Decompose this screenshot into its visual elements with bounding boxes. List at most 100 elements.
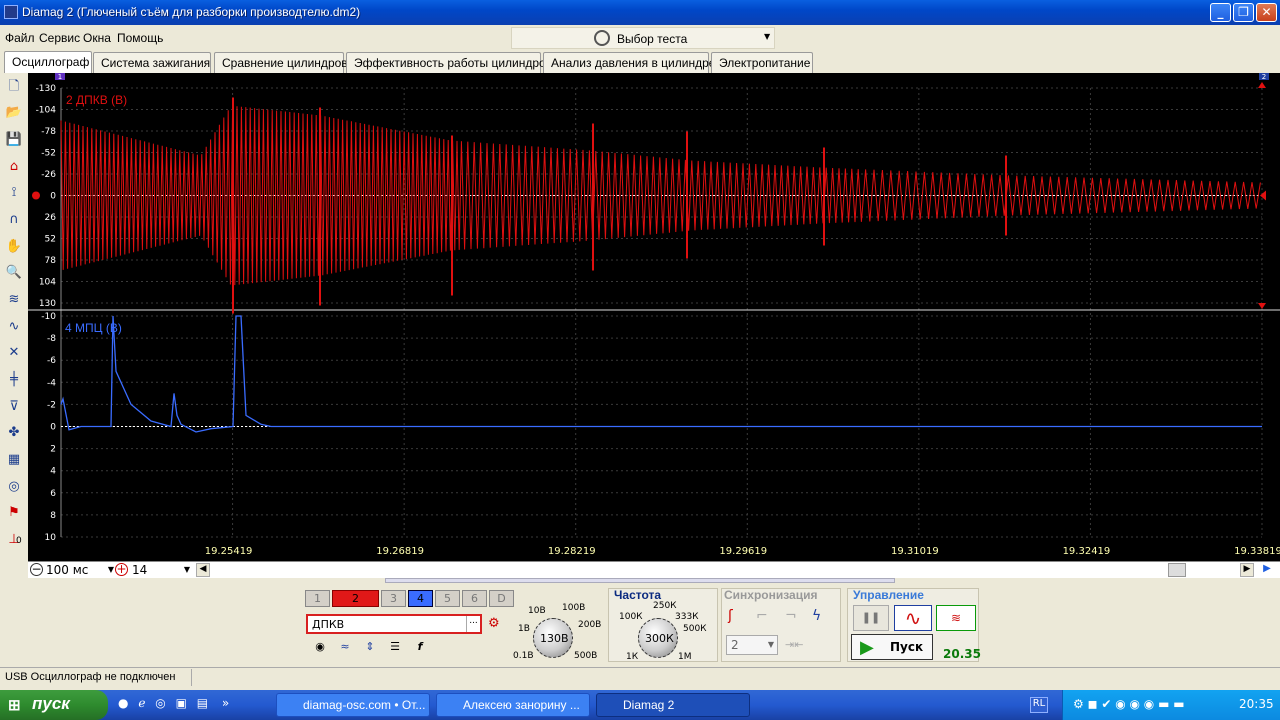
chevron-down-icon: ▼ — [767, 640, 774, 649]
wave-filter-icon[interactable]: ≈ — [335, 640, 355, 658]
ch2-y-tick: 0 — [50, 423, 56, 433]
grid-icon[interactable]: ▦ — [4, 450, 24, 470]
new-file-icon[interactable]: 🗋 — [4, 77, 24, 97]
timebase-select[interactable]: 100 мс ▼ — [46, 563, 114, 577]
hand-icon[interactable]: ✋ — [4, 237, 24, 257]
quick-launch-icon-1[interactable]: ● — [118, 696, 128, 710]
status-divider — [191, 669, 192, 686]
cyan-tool-icon[interactable]: ✤ — [4, 423, 24, 443]
quick-launch: ● ℯ ◎ ▣ ▤ » — [118, 696, 268, 714]
auto-scale-icon[interactable]: ⌂ — [4, 157, 24, 177]
menu-help[interactable]: Помощь — [117, 31, 163, 45]
function-icon[interactable]: f — [410, 640, 430, 658]
scroll-left-button[interactable]: ◀ — [196, 563, 210, 577]
minimize-button[interactable]: _ — [1210, 3, 1231, 22]
tab-ignition[interactable]: Система зажигания — [93, 52, 211, 73]
tab-cylinder-efficiency[interactable]: Эффективность работы цилиндров — [346, 52, 552, 73]
sync-auto-icon[interactable]: ϟ — [812, 608, 832, 626]
curve-icon[interactable]: ∩ — [4, 210, 24, 230]
quick-launch-icon-5[interactable]: ▤ — [197, 696, 208, 710]
channel-4-button[interactable]: 4 — [408, 590, 433, 607]
sync-channel-value: 2 — [731, 638, 739, 652]
ch2-y-tick: 8 — [50, 511, 56, 521]
app-icon — [4, 5, 18, 19]
channel-2-button[interactable]: 2 — [332, 590, 379, 607]
multi-wave-icon[interactable]: ≋ — [936, 605, 976, 631]
vertical-cursor-icon[interactable]: ⟟ — [4, 183, 24, 203]
cursor-1-label: 1 — [58, 73, 62, 81]
maximize-button[interactable]: ❐ — [1233, 3, 1254, 22]
title-bar: Diamag 2 (Глюченый съём для разборки про… — [0, 0, 1280, 25]
ie-icon[interactable]: ℯ — [138, 696, 145, 710]
voltage-label-10v: 10В — [528, 606, 546, 616]
invert-icon[interactable]: ⇕ — [360, 640, 380, 658]
tab-cylinder-compare[interactable]: Сравнение цилиндров — [214, 52, 348, 73]
frequency-value: 300К — [645, 632, 674, 645]
language-indicator[interactable]: RL — [1030, 697, 1048, 713]
tray-icons[interactable]: ⚙ ◼ ✔ ◉ ◉ ◉ ▬ ▬ — [1073, 697, 1185, 711]
zero-marker-label: 0 — [16, 536, 22, 546]
zoom-in-icon[interactable]: + — [115, 563, 128, 576]
lines-icon[interactable]: ☰ — [385, 640, 405, 658]
cross-icon[interactable]: ✕ — [4, 343, 24, 363]
zoom-icon[interactable]: 🔍 — [4, 263, 24, 283]
task-diamag[interactable]: Diamag 2 — [596, 693, 750, 717]
channel-1-button[interactable]: 1 — [305, 590, 330, 607]
menu-service[interactable]: Сервис — [39, 31, 80, 45]
sync-up-icon[interactable]: ⌐ — [756, 608, 776, 626]
sync-arrows-icon[interactable]: ⇥⇤ — [785, 638, 807, 654]
pause-button[interactable]: ❚❚ — [853, 605, 889, 631]
sine-icon[interactable]: ∿ — [4, 317, 24, 337]
quick-launch-icon-3[interactable]: ◎ — [155, 696, 165, 710]
open-folder-icon[interactable]: 📂 — [4, 103, 24, 123]
channel-3-button[interactable]: 3 — [381, 590, 406, 607]
test-selector[interactable]: Выбор теста ▼ — [511, 27, 775, 49]
menu-file[interactable]: Файл — [5, 31, 35, 45]
chevron-down-icon: ▼ — [107, 565, 114, 574]
save-icon[interactable]: 💾 — [4, 130, 24, 150]
ch1-label: 2 ДПКВ (В) — [66, 93, 127, 107]
chevron-right-icon[interactable]: » — [222, 696, 229, 710]
x-tick: 19.32419 — [1063, 546, 1111, 557]
start-button-os[interactable]: ⊞ пуск — [0, 690, 108, 720]
zoom-out-icon[interactable]: − — [30, 563, 43, 576]
channel-name-field[interactable]: ДПКВ ... — [306, 614, 482, 634]
channel-5-button[interactable]: 5 — [435, 590, 460, 607]
browse-button[interactable]: ... — [466, 616, 480, 632]
sync-rising-icon[interactable]: ʃ — [728, 608, 748, 626]
oscilloscope-display[interactable]: -130 -104 -78 -52 -26 0 26 52 78 104 130 -10 -8 -6 -4-… — [28, 73, 1280, 563]
channel-d-button[interactable]: D — [489, 590, 514, 607]
task-message[interactable]: Алексею занорину ... — [436, 693, 590, 717]
task-browser[interactable]: diamag-osc.com • От... — [276, 693, 430, 717]
play-end-button[interactable]: ▶ — [1258, 563, 1276, 577]
scrollbar-thumb[interactable] — [1168, 563, 1186, 577]
menu-windows[interactable]: Окна — [83, 31, 111, 45]
gear-icon — [594, 30, 610, 46]
scroll-right-button[interactable]: ▶ — [1240, 563, 1254, 577]
auto-icon[interactable]: ◎ — [4, 477, 24, 497]
probe-icon[interactable]: ◉ — [310, 640, 330, 658]
zoom-level-select[interactable]: 14 ▼ — [132, 563, 190, 577]
splitter-handle[interactable] — [385, 578, 895, 583]
ch2-y-tick: -8 — [47, 334, 56, 344]
system-tray: ⚙ ◼ ✔ ◉ ◉ ◉ ▬ ▬ 20:35 — [1062, 690, 1280, 720]
ch2-y-tick: -6 — [47, 356, 56, 366]
tab-oscilloscope[interactable]: Осциллограф — [4, 51, 92, 74]
tab-power[interactable]: Электропитание — [711, 52, 813, 73]
start-button[interactable]: ▶ Пуск — [851, 634, 933, 660]
filter-icon[interactable]: ⊽ — [4, 397, 24, 417]
quick-launch-icon-4[interactable]: ▣ — [176, 696, 187, 710]
channel-6-button[interactable]: 6 — [462, 590, 487, 607]
single-wave-icon[interactable]: ∿ — [894, 605, 932, 631]
channel-settings-icon[interactable]: ⚙ — [488, 616, 504, 632]
sync-down-icon[interactable]: ¬ — [785, 608, 805, 626]
level-icon[interactable]: ╪ — [4, 370, 24, 390]
tab-pressure-analysis[interactable]: Анализ давления в цилиндре — [543, 52, 715, 73]
clock: 20:35 — [1239, 697, 1274, 711]
chevron-down-icon: ▼ — [764, 32, 771, 41]
sync-channel-select[interactable]: 2 ▼ — [726, 635, 778, 655]
waves-icon[interactable]: ≋ — [4, 290, 24, 310]
close-button[interactable]: ✕ — [1256, 3, 1277, 22]
windows-logo-icon: ⊞ — [8, 697, 21, 714]
flag-icon[interactable]: ⚑ — [4, 503, 24, 523]
